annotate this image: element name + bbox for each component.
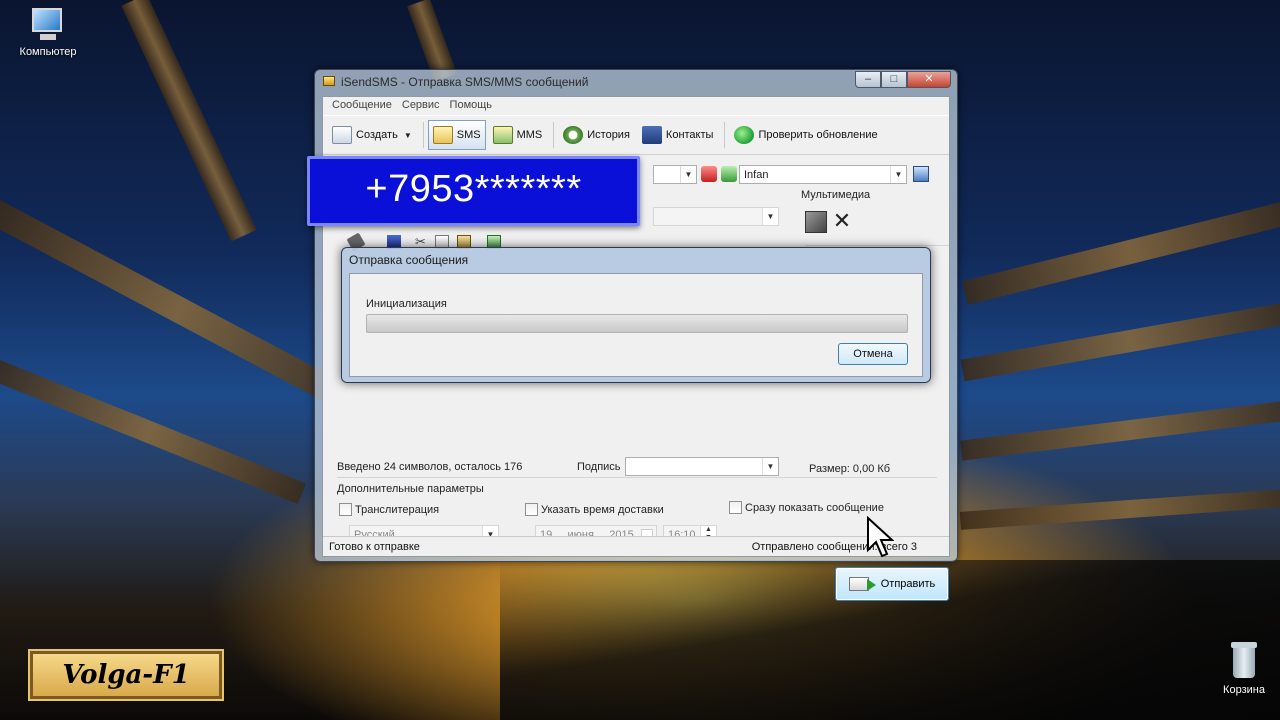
sms-mode-button[interactable]: SMS	[427, 120, 486, 150]
contacts-book-icon	[641, 126, 662, 144]
trash-icon	[1229, 640, 1259, 680]
dialog-body: Инициализация Отмена	[349, 273, 923, 377]
maximize-button[interactable]: □	[881, 71, 907, 88]
update-globe-icon	[734, 126, 755, 144]
sending-dialog: Отправка сообщения Инициализация Отмена	[341, 247, 931, 383]
add-contact-icon[interactable]	[701, 166, 717, 182]
sms-envelope-icon	[432, 126, 453, 144]
chars-counter: Введено 24 символов, осталось 176	[337, 461, 523, 473]
menu-bar: Сообщение Сервис Помощь	[323, 97, 949, 115]
check-update-button[interactable]: Проверить обновление	[729, 120, 882, 150]
dialog-status-text: Инициализация	[366, 298, 447, 310]
extra-params-label: Дополнительные параметры	[337, 483, 484, 495]
desktop-icon-label: Компьютер	[19, 46, 77, 58]
mouse-cursor-icon	[867, 516, 894, 558]
menu-help[interactable]: Помощь	[445, 97, 498, 115]
menu-message[interactable]: Сообщение	[327, 97, 397, 115]
computer-icon	[28, 8, 68, 42]
delete-icon[interactable]: ✕	[831, 210, 853, 233]
history-clock-icon	[563, 126, 584, 144]
operator-combo[interactable]: Infan ▼	[739, 165, 907, 184]
chevron-down-icon[interactable]: ▼	[762, 458, 778, 475]
close-button[interactable]: ✕	[907, 71, 951, 88]
contact-book-icon[interactable]	[721, 166, 737, 182]
new-document-icon	[332, 126, 352, 144]
window-title: iSendSMS - Отправка SMS/MMS сообщений	[341, 75, 589, 89]
phone-number-banner: +7953*******	[307, 156, 640, 226]
desktop-icon-computer[interactable]: Компьютер	[8, 8, 88, 58]
multimedia-label: Мультимедиа	[801, 189, 871, 201]
mms-mode-button[interactable]: MMS	[488, 120, 548, 150]
bridge-beam	[0, 360, 306, 505]
bridge-beam	[960, 399, 1280, 461]
window-titlebar[interactable]: iSendSMS - Отправка SMS/MMS сообщений – …	[315, 70, 957, 94]
operator-settings-icon[interactable]	[913, 166, 929, 182]
image-icon[interactable]	[805, 211, 827, 233]
chevron-down-icon[interactable]: ▼	[762, 208, 778, 225]
desktop-icon-label: Корзина	[1223, 684, 1265, 696]
minimize-button[interactable]: –	[855, 71, 881, 88]
progress-bar	[366, 314, 908, 333]
signature-combo[interactable]: ▼	[625, 457, 779, 476]
chevron-down-icon[interactable]: ▼	[404, 131, 412, 140]
bridge-beam	[121, 0, 257, 242]
chevron-down-icon[interactable]: ▼	[680, 166, 696, 183]
send-arrow-icon	[848, 577, 876, 591]
chevron-down-icon[interactable]: ▼	[890, 166, 906, 183]
dialog-title: Отправка сообщения	[349, 253, 469, 267]
status-bar: Готово к отправке Отправлено сообщений: …	[323, 536, 949, 556]
bridge-beam	[960, 300, 1280, 382]
recipient-combo[interactable]: ▼	[653, 165, 697, 184]
delivery-time-checkbox[interactable]: Указать время доставки	[525, 503, 664, 516]
contacts-button[interactable]: Контакты	[637, 120, 719, 150]
menu-service[interactable]: Сервис	[397, 97, 445, 115]
toolbar: Создать ▼ SMS MMS История Контакты Прове…	[323, 115, 949, 155]
history-button[interactable]: История	[558, 120, 635, 150]
cancel-button[interactable]: Отмена	[838, 343, 908, 365]
size-label: Размер: 0,00 Кб	[809, 463, 891, 475]
app-icon	[323, 76, 335, 86]
signature-label: Подпись	[577, 461, 621, 473]
sender-combo[interactable]: ▼	[653, 207, 779, 226]
create-button[interactable]: Создать ▼	[327, 120, 417, 150]
translit-checkbox[interactable]: Транслитерация	[339, 503, 439, 516]
status-ready: Готово к отправке	[329, 541, 420, 553]
bridge-beam	[962, 199, 1280, 305]
desktop-icon-trash[interactable]: Корзина	[1204, 640, 1280, 696]
bridge-beam	[959, 488, 1280, 530]
channel-logo: Volga-F1	[30, 651, 222, 699]
mms-envelope-icon	[492, 126, 513, 144]
send-button[interactable]: Отправить	[835, 567, 949, 601]
show-now-checkbox[interactable]: Сразу показать сообщение	[729, 501, 884, 514]
